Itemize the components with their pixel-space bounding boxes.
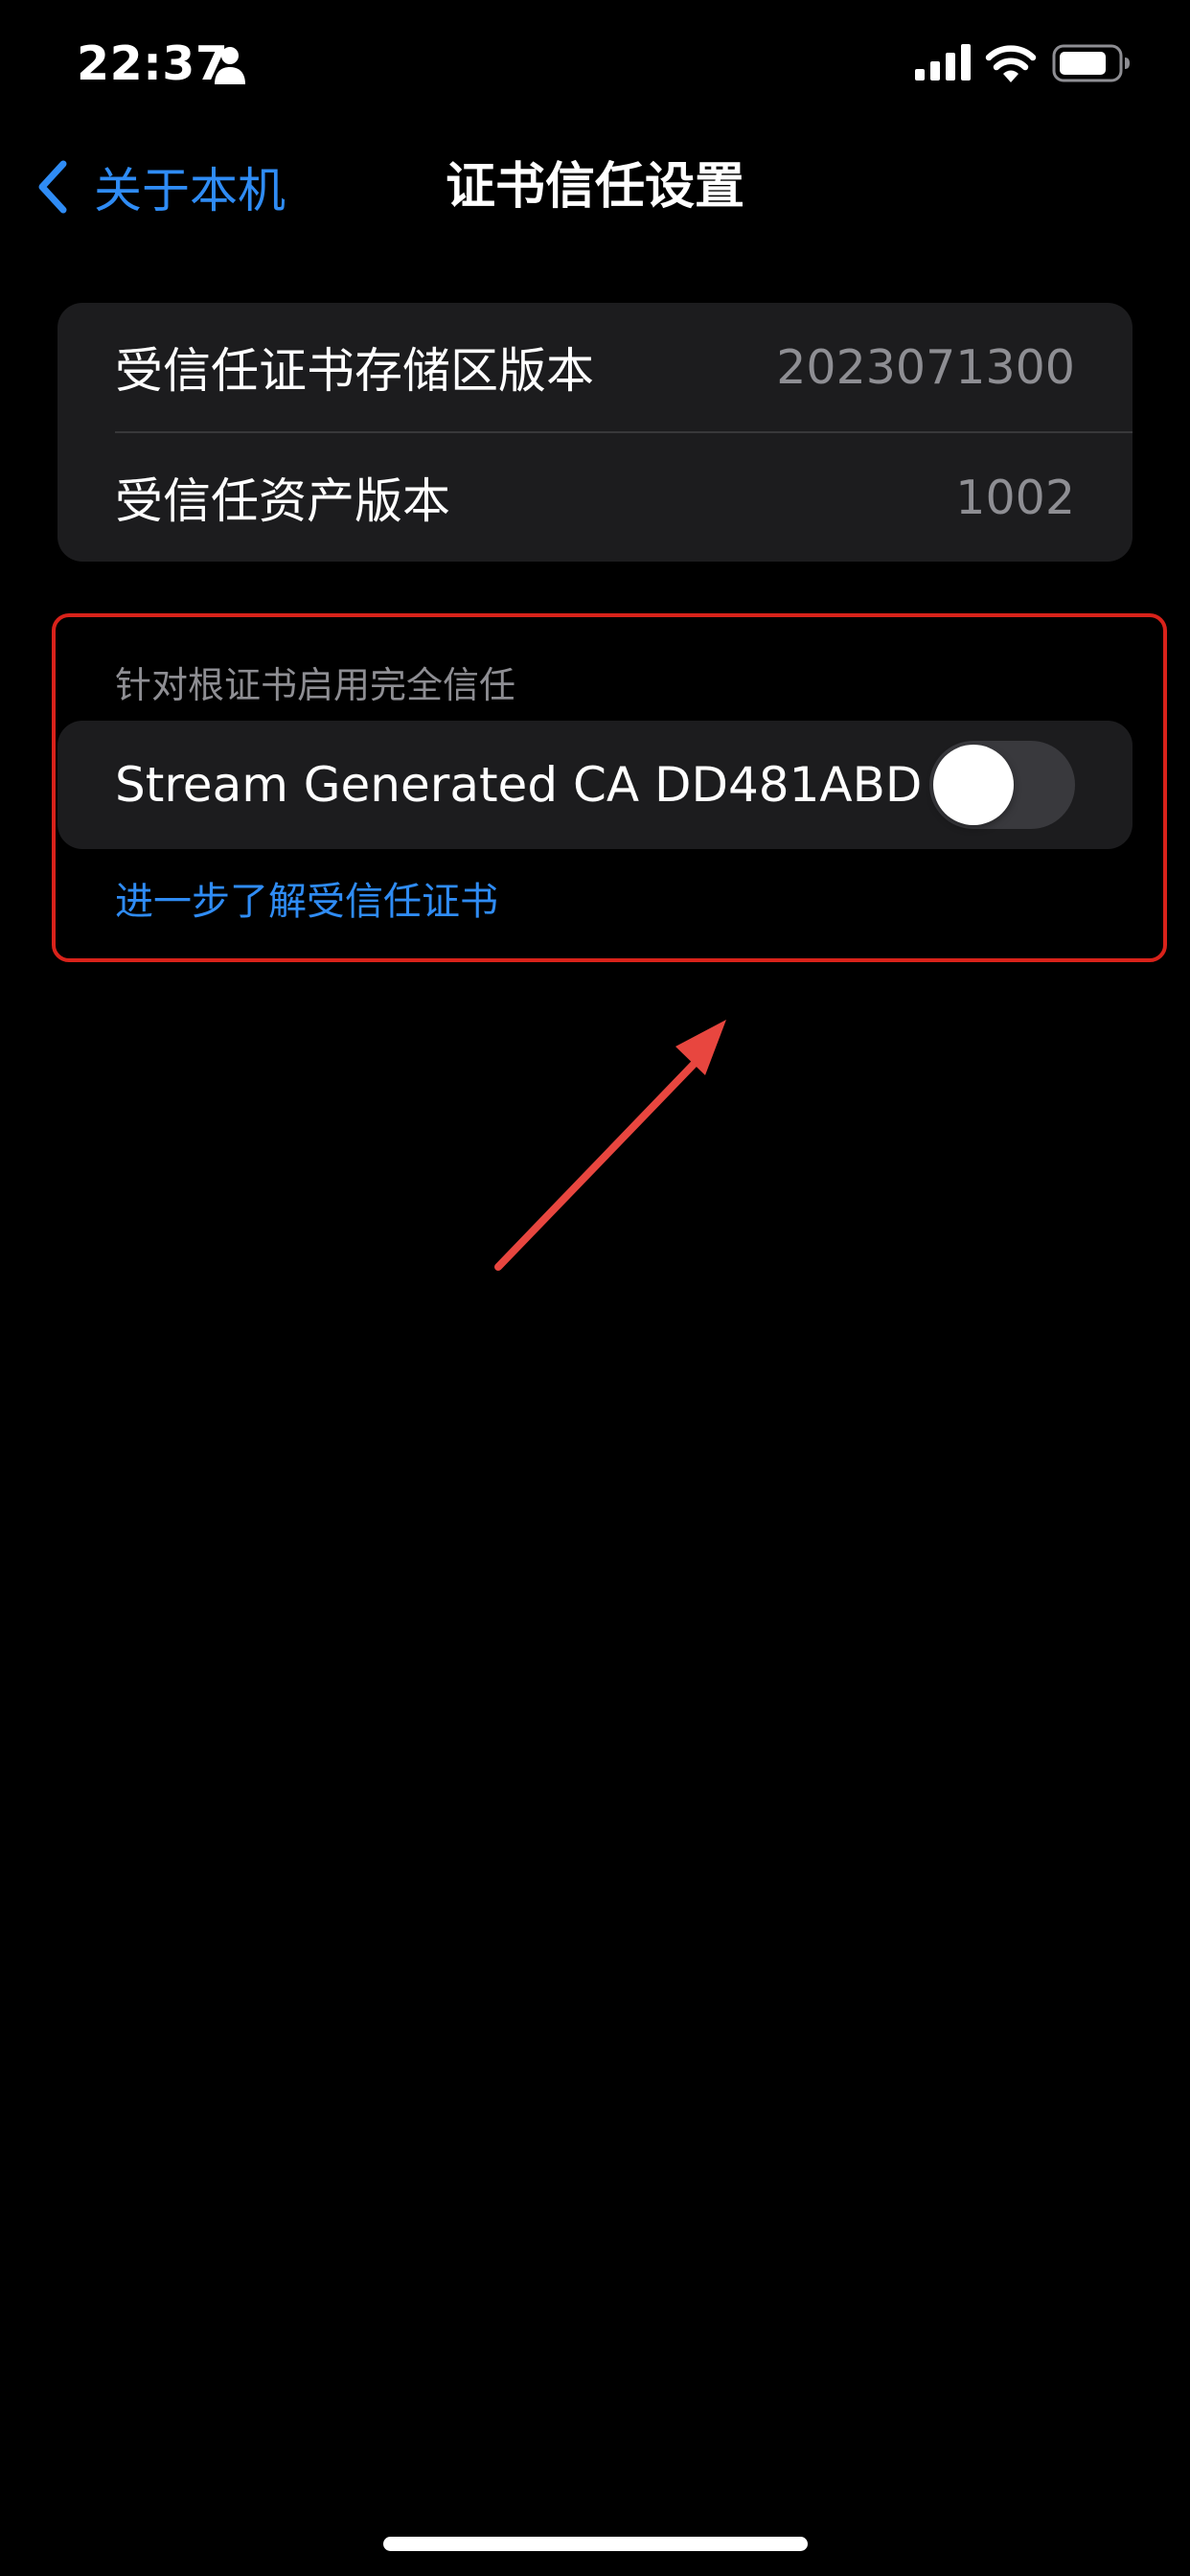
signal-icon: [915, 44, 971, 80]
status-bar: 22:37: [0, 0, 1190, 125]
highlight-annotation-box: [52, 613, 1167, 962]
trust-store-version-label: 受信任证书存储区版本: [115, 343, 594, 399]
list-item: 受信任资产版本 1002: [57, 433, 1133, 562]
version-info-group: 受信任证书存储区版本 2023071300 受信任资产版本 1002: [57, 303, 1133, 562]
trust-asset-version-label: 受信任资产版本: [115, 473, 450, 529]
home-indicator[interactable]: [383, 2537, 808, 2551]
person-icon: [215, 47, 245, 84]
battery-icon: [1052, 44, 1130, 82]
list-item: 受信任证书存储区版本 2023071300: [57, 303, 1133, 431]
trust-asset-version-value: 1002: [955, 470, 1075, 525]
page-title: 证书信任设置: [445, 158, 744, 216]
trust-store-version-value: 2023071300: [776, 339, 1075, 395]
status-time: 22:37: [77, 36, 229, 91]
arrow-annotation-icon: [494, 1020, 726, 1271]
wifi-icon: [985, 45, 1037, 82]
